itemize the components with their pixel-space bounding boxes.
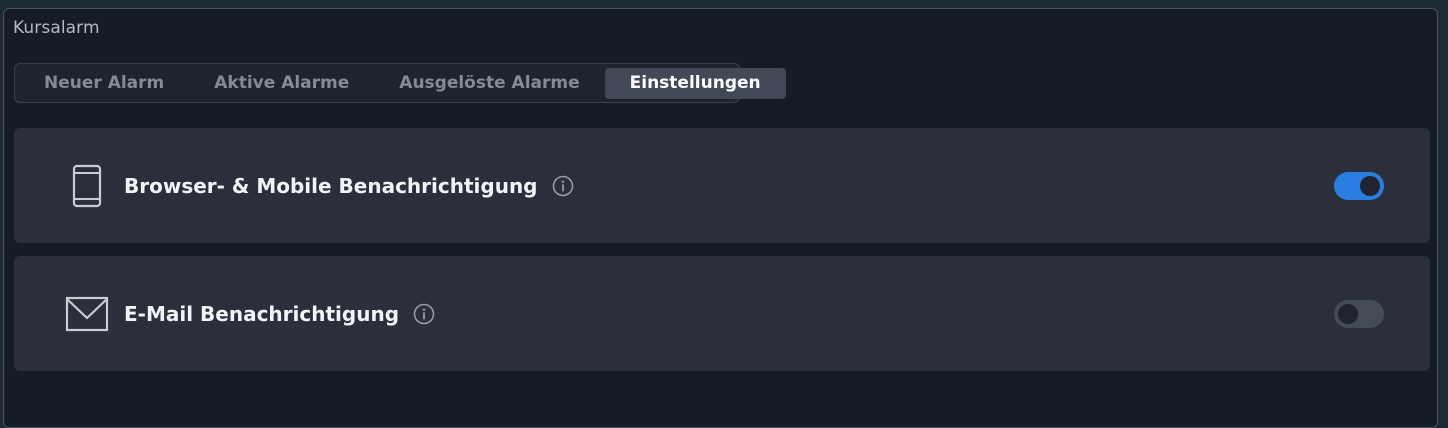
browser-mobile-notification-toggle[interactable] — [1334, 172, 1384, 200]
window-title: Kursalarm — [13, 18, 100, 38]
tab-aktive-alarme[interactable]: Aktive Alarme — [189, 68, 374, 99]
tab-neuer-alarm[interactable]: Neuer Alarm — [19, 68, 189, 99]
setting-label-container: E-Mail Benachrichtigung — [124, 256, 435, 371]
setting-label-container: Browser- & Mobile Benachrichtigung — [124, 128, 574, 243]
email-notification-toggle[interactable] — [1334, 300, 1384, 328]
toggle-knob — [1338, 304, 1358, 324]
setting-label-email: E-Mail Benachrichtigung — [124, 301, 400, 326]
kursalarm-window: Kursalarm Neuer Alarm Aktive Alarme Ausg… — [3, 8, 1438, 428]
tab-bar: Neuer Alarm Aktive Alarme Ausgelöste Ala… — [14, 63, 786, 103]
setting-label-browser-mobile: Browser- & Mobile Benachrichtigung — [124, 173, 538, 198]
info-icon[interactable] — [552, 175, 574, 197]
envelope-icon — [64, 291, 110, 337]
tab-ausgeloeste-alarme[interactable]: Ausgelöste Alarme — [374, 68, 604, 99]
info-icon[interactable] — [413, 303, 435, 325]
toggle-knob — [1360, 176, 1380, 196]
mobile-phone-icon — [64, 163, 110, 209]
tab-einstellungen[interactable]: Einstellungen — [604, 67, 786, 99]
settings-row-email: E-Mail Benachrichtigung — [14, 256, 1430, 371]
settings-row-browser-mobile: Browser- & Mobile Benachrichtigung — [14, 128, 1430, 243]
